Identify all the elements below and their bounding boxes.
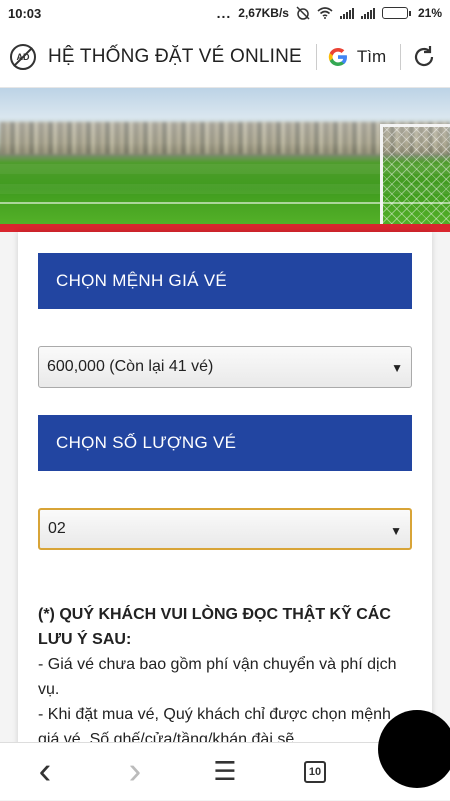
notice: (*) QUÝ KHÁCH VUI LÒNG ĐỌC THẬT KỸ CÁC L… xyxy=(38,602,410,752)
status-bar: 10:03 ... 2,67KB/s 21% xyxy=(0,0,450,26)
adblock-icon[interactable]: AD xyxy=(10,43,36,70)
booking-form: CHỌN MỆNH GIÁ VÉ 600,000 (Còn lại 41 vé)… xyxy=(18,232,432,752)
banner-red-bar xyxy=(0,224,450,232)
battery-percent: 21% xyxy=(417,6,442,20)
status-indicators: ... 2,67KB/s 21% xyxy=(217,5,442,21)
price-header: CHỌN MỆNH GIÁ VÉ xyxy=(38,253,412,309)
signal-icon xyxy=(339,7,354,19)
divider-2 xyxy=(400,43,402,70)
floating-action-button[interactable] xyxy=(378,710,450,788)
google-icon[interactable] xyxy=(327,46,349,68)
network-speed: 2,67KB/s xyxy=(238,6,289,20)
quantity-select[interactable]: 02 ▼ xyxy=(38,508,412,550)
adblock-text: AD xyxy=(16,51,30,62)
search-button[interactable]: Tìm xyxy=(357,47,386,67)
price-select[interactable]: 600,000 (Còn lại 41 vé) ▼ xyxy=(38,346,412,388)
battery-icon xyxy=(381,7,411,19)
notification-dots: ... xyxy=(216,5,232,21)
tabs-button[interactable]: 10 xyxy=(270,743,360,801)
quantity-header: CHỌN SỐ LƯỢNG VÉ xyxy=(38,415,412,471)
quantity-select-value: 02 xyxy=(48,520,66,537)
status-time: 10:03 xyxy=(8,5,42,21)
notice-line: - Giá vé chưa bao gồm phí vận chuyển và … xyxy=(38,656,397,698)
wifi-icon xyxy=(317,7,333,19)
price-select-value: 600,000 (Còn lại 41 vé) xyxy=(47,358,214,375)
notice-heading: (*) QUÝ KHÁCH VUI LÒNG ĐỌC THẬT KỸ CÁC L… xyxy=(38,606,391,648)
dropdown-arrow-icon: ▼ xyxy=(391,361,403,375)
stadium-banner xyxy=(0,88,450,232)
reload-icon[interactable] xyxy=(411,44,437,70)
menu-button[interactable]: ☰ xyxy=(180,743,270,801)
divider xyxy=(315,43,317,70)
browser-toolbar: AD HỆ THỐNG ĐẶT VÉ ONLINE Tìm xyxy=(0,26,450,88)
alarm-off-icon xyxy=(296,6,310,20)
forward-button[interactable]: › xyxy=(90,743,180,801)
dropdown-arrow-icon: ▼ xyxy=(390,524,402,538)
page-title[interactable]: HỆ THỐNG ĐẶT VÉ ONLINE xyxy=(48,46,302,68)
back-button[interactable]: ‹ xyxy=(0,743,90,801)
tabs-count: 10 xyxy=(304,760,326,783)
signal-icon-2 xyxy=(360,7,375,19)
goal-net xyxy=(380,124,450,224)
